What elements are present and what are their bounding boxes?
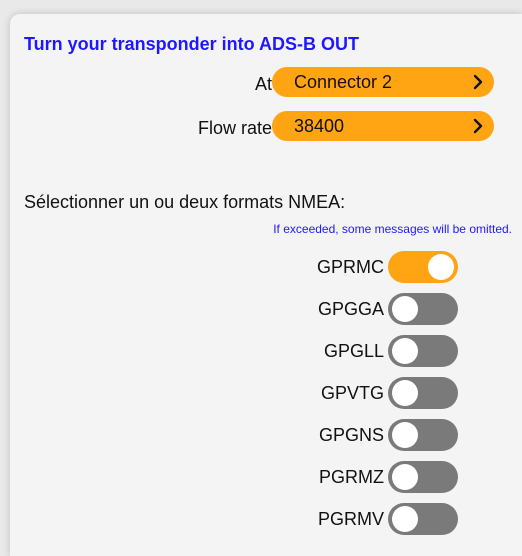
nmea-toggle-pgrmv[interactable] — [388, 503, 458, 535]
nmea-format-label: GPVTG — [320, 383, 384, 403]
nmea-format-row-gpgga: GPGGA — [10, 293, 522, 327]
nmea-toggle-gprmc[interactable] — [388, 251, 458, 283]
connector-select-button[interactable]: Connector 2 — [272, 67, 494, 97]
nmea-format-label: PGRMZ — [319, 467, 384, 487]
toggle-knob — [392, 338, 418, 364]
page-title: Turn your transponder into ADS-B OUT — [24, 34, 359, 54]
nmea-toggle-gpgns[interactable] — [388, 419, 458, 451]
nmea-format-row-gprmc: GPRMC — [10, 251, 522, 285]
nmea-toggle-gpgga[interactable] — [388, 293, 458, 325]
toggle-knob — [392, 380, 418, 406]
flow-rate-label: Flow rate — [197, 118, 272, 138]
nmea-toggle-pgrmz[interactable] — [388, 461, 458, 493]
nmea-format-label: GPRMC — [317, 257, 384, 277]
chevron-right-icon — [473, 74, 483, 90]
flow-rate-select-button[interactable]: 38400 — [272, 111, 494, 141]
flow-rate-value: 38400 — [294, 115, 345, 136]
nmea-format-row-gpvtg: GPVTG — [10, 377, 522, 411]
connector-label: At — [254, 74, 272, 94]
chevron-right-icon — [473, 118, 483, 134]
nmea-hint-text: If exceeded, some messages will be omitt… — [273, 222, 512, 236]
nmea-format-row-gpgns: GPGNS — [10, 419, 522, 453]
nmea-format-label: GPGGA — [317, 299, 384, 319]
settings-panel: Turn your transponder into ADS-B OUT At … — [10, 14, 522, 556]
nmea-format-row-pgrmv: PGRMV — [10, 503, 522, 537]
toggle-knob — [392, 296, 418, 322]
nmea-toggle-gpvtg[interactable] — [388, 377, 458, 409]
toggle-knob — [392, 464, 418, 490]
nmea-format-label: GPGNS — [318, 425, 384, 445]
nmea-format-label: GPGLL — [323, 341, 384, 361]
nmea-toggle-gpgll[interactable] — [388, 335, 458, 367]
toggle-knob — [392, 422, 418, 448]
toggle-knob — [392, 506, 418, 532]
nmea-format-row-gpgll: GPGLL — [10, 335, 522, 369]
nmea-format-row-pgrmz: PGRMZ — [10, 461, 522, 495]
toggle-knob — [428, 254, 454, 280]
nmea-section-label: Sélectionner un ou deux formats NMEA: — [24, 192, 346, 212]
nmea-format-label: PGRMV — [317, 509, 384, 529]
connector-value: Connector 2 — [294, 71, 393, 92]
